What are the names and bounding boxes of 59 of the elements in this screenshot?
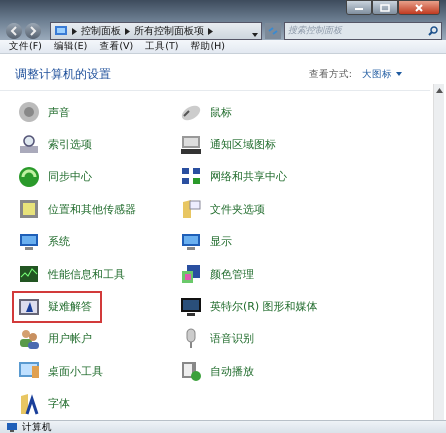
play-icon bbox=[180, 360, 202, 382]
control-panel-item[interactable]: 位置和其他传感器 bbox=[12, 193, 146, 226]
close-button[interactable] bbox=[398, 0, 440, 15]
view-mode-link[interactable]: 大图标 bbox=[362, 68, 392, 80]
menu-item[interactable]: 编辑(E) bbox=[54, 40, 88, 53]
panel-icon bbox=[18, 198, 40, 220]
view-label: 查看方式: bbox=[308, 68, 352, 80]
control-panel-item[interactable]: 鼠标 bbox=[174, 96, 242, 128]
menu-item[interactable]: 帮助(H) bbox=[190, 40, 226, 53]
breadcrumb[interactable]: 所有控制面板项 bbox=[134, 24, 204, 38]
laptop-icon bbox=[180, 134, 202, 156]
status-text: 计算机 bbox=[22, 420, 52, 433]
control-panel-item[interactable]: 字体 bbox=[12, 388, 80, 420]
back-button[interactable] bbox=[6, 23, 22, 39]
chevron-icon bbox=[72, 28, 77, 34]
control-panel-item[interactable]: 声音 bbox=[12, 96, 80, 128]
scroll-up-arrow-icon[interactable] bbox=[436, 88, 442, 93]
control-panel-item[interactable]: 网络和共享中心 bbox=[174, 160, 297, 193]
menu-item[interactable]: 文件(F) bbox=[9, 40, 42, 53]
control-panel-item[interactable]: 自动播放 bbox=[174, 355, 264, 388]
font-icon bbox=[18, 392, 40, 415]
control-panel-item[interactable]: 系统 bbox=[12, 226, 80, 258]
monitor-icon bbox=[180, 296, 202, 318]
control-panel-item[interactable]: 语音识别 bbox=[174, 322, 264, 355]
close-icon bbox=[414, 4, 424, 12]
control-panel-item[interactable]: 桌面小工具 bbox=[12, 355, 113, 388]
search-icon bbox=[428, 26, 438, 36]
scrollbar[interactable] bbox=[433, 84, 444, 420]
magnifier-icon bbox=[18, 134, 40, 156]
speaker-icon bbox=[18, 101, 40, 124]
control-panel-item[interactable]: 通知区域图标 bbox=[174, 128, 286, 161]
breadcrumb[interactable]: 控制面板 bbox=[81, 24, 121, 38]
caret-icon bbox=[396, 72, 402, 76]
control-panel-item[interactable]: 文件夹选项 bbox=[174, 193, 275, 226]
forward-button[interactable] bbox=[25, 23, 41, 39]
menu-item[interactable]: 工具(T) bbox=[145, 40, 178, 53]
folder-icon bbox=[180, 198, 202, 220]
maximize-icon bbox=[380, 4, 390, 12]
search-field[interactable]: 搜索控制面板 bbox=[284, 22, 442, 40]
control-panel-item[interactable]: 显示 bbox=[174, 226, 242, 258]
control-panel-icon bbox=[54, 25, 68, 37]
menu-item[interactable]: 查看(V) bbox=[99, 40, 134, 53]
address-bar[interactable]: 控制面板 所有控制面板项 bbox=[50, 22, 262, 40]
control-panel-item[interactable]: 用户帐户 bbox=[12, 322, 102, 355]
chevron-icon bbox=[208, 28, 213, 34]
minimize-button[interactable] bbox=[346, 0, 372, 15]
control-panel-item[interactable]: 颜色管理 bbox=[174, 258, 264, 290]
people-icon bbox=[18, 328, 40, 350]
sync-icon bbox=[18, 166, 40, 188]
computer-icon bbox=[6, 422, 18, 433]
color-squares-icon bbox=[180, 263, 202, 286]
control-panel-item[interactable]: 同步中心 bbox=[12, 160, 102, 193]
control-panel-item[interactable]: 英特尔(R) 图形和媒体 bbox=[174, 290, 328, 323]
control-panel-item[interactable]: 疑难解答 bbox=[12, 290, 102, 323]
control-panel-item[interactable]: 性能信息和工具 bbox=[12, 258, 135, 290]
page-heading: 调整计算机的设置 bbox=[15, 66, 111, 82]
chevron-icon bbox=[125, 28, 130, 34]
maximize-button[interactable] bbox=[372, 0, 398, 15]
control-panel-item[interactable]: 索引选项 bbox=[12, 128, 102, 161]
